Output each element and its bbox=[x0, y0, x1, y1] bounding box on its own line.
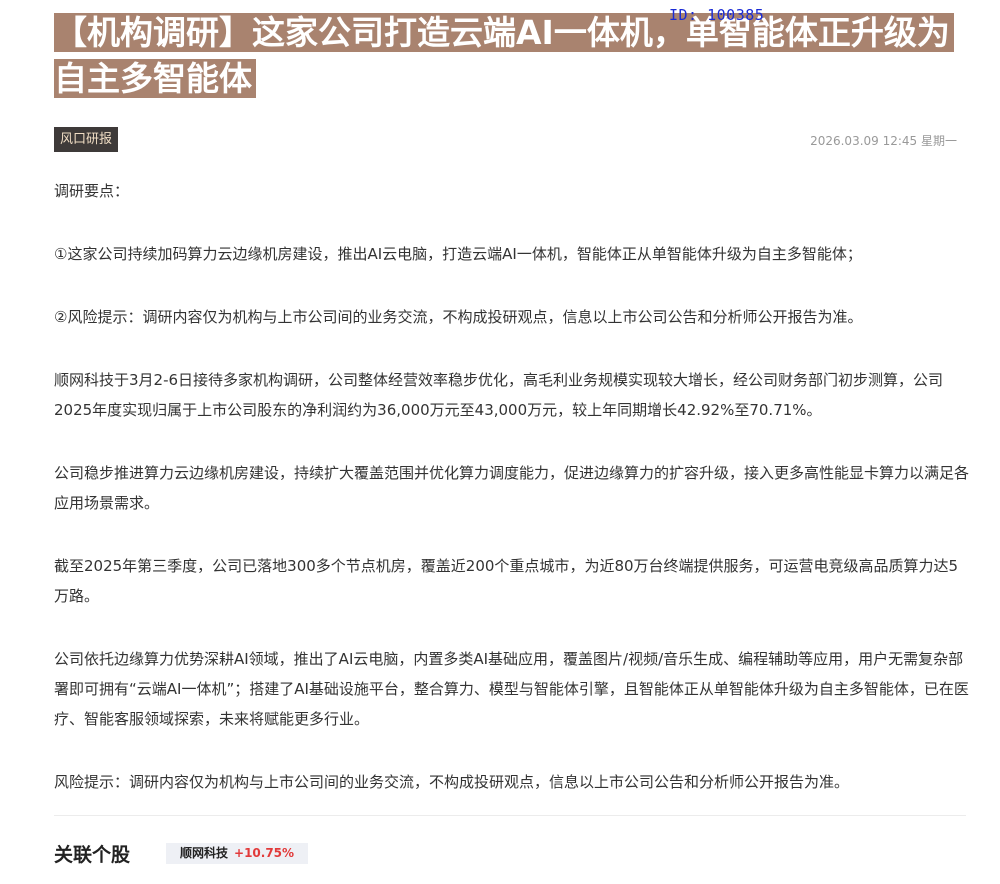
section-divider bbox=[54, 815, 966, 816]
paragraph-point-2: ②风险提示：调研内容仅为机构与上市公司间的业务交流，不构成投研观点，信息以上市公… bbox=[54, 308, 863, 326]
stock-change: +10.75% bbox=[234, 846, 295, 860]
paragraph-summary-heading: 调研要点： bbox=[54, 182, 130, 200]
paragraph-risk-notice: 风险提示：调研内容仅为机构与上市公司间的业务交流，不构成投研观点，信息以上市公司… bbox=[54, 773, 850, 791]
paragraph-body: 顺网科技于3月2-6日接待多家机构调研，公司整体经营效率稳步优化，高毛利业务规模… bbox=[54, 371, 944, 419]
article-header: 【机构调研】这家公司打造云端AI一体机，单智能体正升级为自主多智能体 bbox=[54, 10, 974, 102]
paragraph-point-1: ①这家公司持续加码算力云边缘机房建设，推出AI云电脑，打造云端AI一体机，智能体… bbox=[54, 245, 862, 263]
paragraph-body: 截至2025年第三季度，公司已落地300多个节点机房，覆盖近200个重点城市，为… bbox=[54, 557, 959, 605]
publish-datetime: 2026.03.09 12:45 星期一 bbox=[810, 134, 957, 148]
column-tag[interactable]: 风口研报 bbox=[54, 127, 119, 152]
article-title-text: 【机构调研】这家公司打造云端AI一体机，单智能体正升级为自主多智能体 bbox=[54, 13, 954, 98]
related-stock-chip[interactable]: 顺网科技 +10.75% bbox=[166, 843, 309, 864]
article-body: 调研要点： ①这家公司持续加码算力云边缘机房建设，推出AI云电脑，打造云端AI一… bbox=[54, 176, 970, 830]
paragraph-body: 公司稳步推进算力云边缘机房建设，持续扩大覆盖范围并优化算力调度能力，促进边缘算力… bbox=[54, 464, 970, 512]
article-title: 【机构调研】这家公司打造云端AI一体机，单智能体正升级为自主多智能体 bbox=[54, 10, 974, 102]
stock-name: 顺网科技 bbox=[180, 846, 229, 860]
watermark-id: ID: 100385 bbox=[669, 6, 765, 24]
paragraph-body: 公司依托边缘算力优势深耕AI领域，推出了AI云电脑，内置多类AI基础应用，覆盖图… bbox=[54, 650, 969, 728]
related-stocks-heading: 关联个股 bbox=[54, 844, 131, 866]
